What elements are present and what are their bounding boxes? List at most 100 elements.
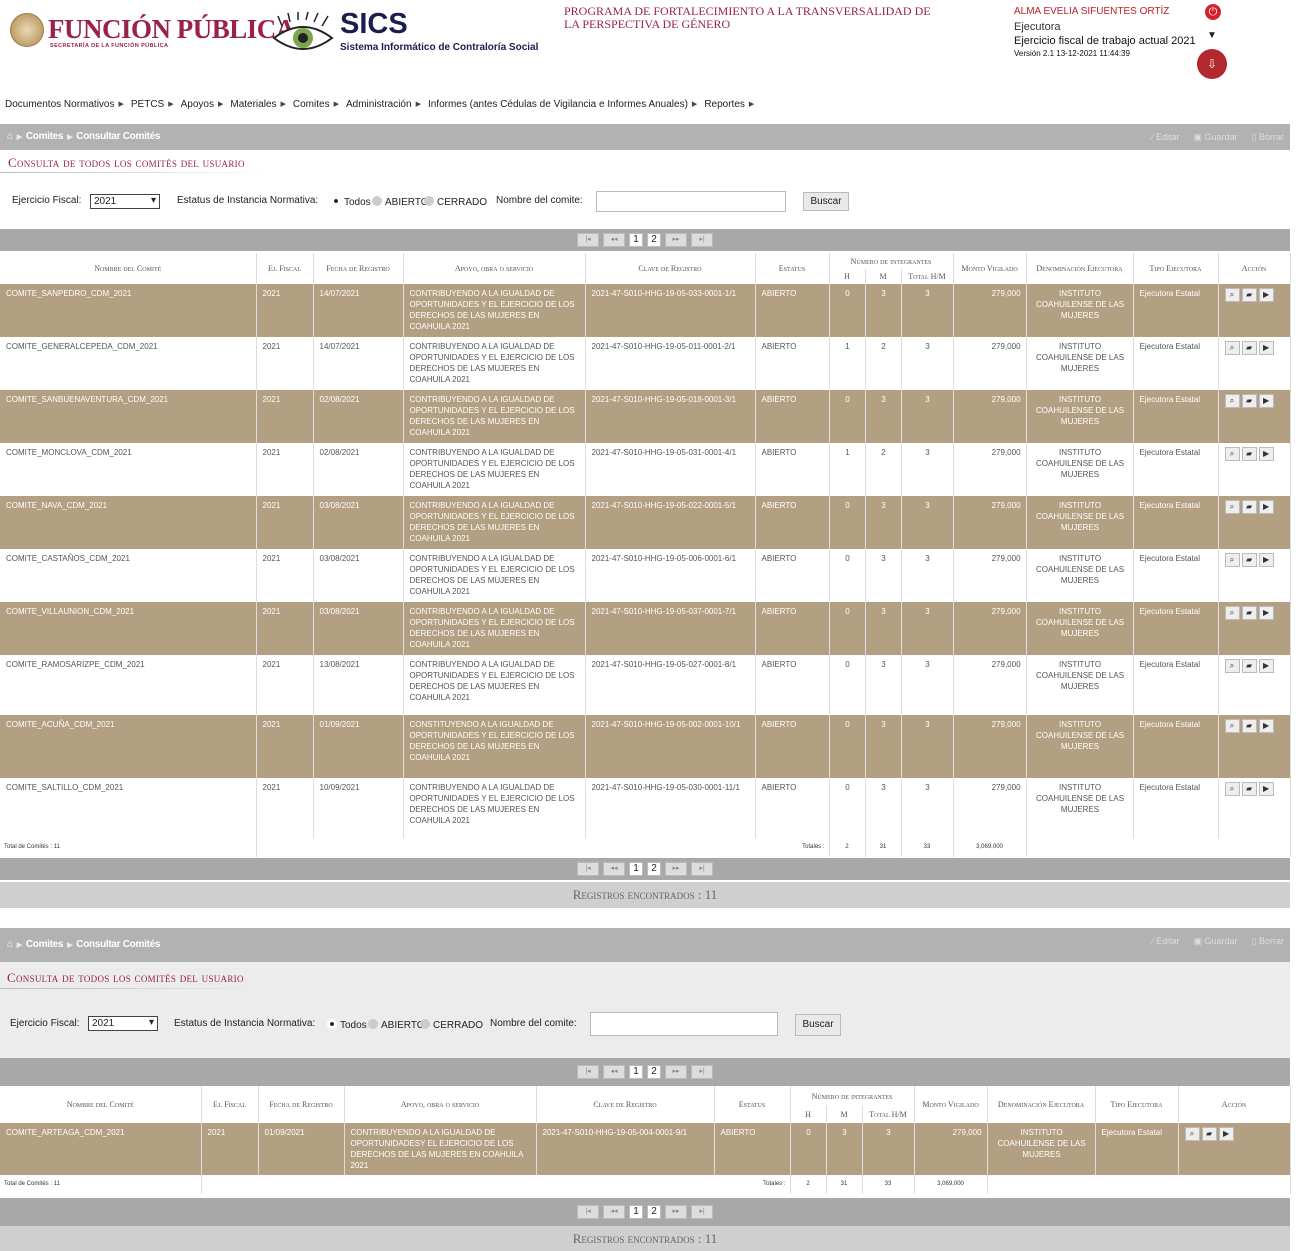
col-clave[interactable]: Clave de Registro [585, 253, 756, 284]
col-clave[interactable]: Clave de Registro [536, 1086, 715, 1123]
col-denominacion[interactable]: Denominación Ejecutora [987, 1086, 1096, 1123]
search-icon[interactable]: ⌕ [1224, 659, 1240, 673]
chevron-down-icon[interactable]: ▼ [1207, 30, 1217, 41]
edit-button[interactable]: ⁄ Editar [1152, 132, 1180, 142]
home-icon[interactable]: ⌂ [7, 131, 13, 142]
search-icon[interactable]: ⌕ [1224, 553, 1240, 567]
ejercicio-select[interactable]: 2021 [90, 194, 160, 209]
menu-item-1[interactable]: PETCS [131, 99, 164, 110]
last-page-button[interactable]: ▸| [691, 1065, 713, 1079]
folder-icon[interactable]: ▰ [1241, 719, 1257, 733]
menu-item-0[interactable]: Documentos Normativos [5, 99, 114, 110]
play-icon[interactable]: ▶ [1258, 447, 1274, 461]
play-icon[interactable]: ▶ [1258, 606, 1274, 620]
prev-page-button[interactable]: ◂◂ [603, 233, 625, 247]
funcion-publica-logo[interactable]: FUNCIÓN PÚBLICA SECRETARÍA DE LA FUNCIÓN… [10, 12, 295, 52]
table-row[interactable]: COMITE_MONCLOVA_CDM_2021 2021 02/08/2021 CO… [0, 443, 1291, 496]
ejercicio-select[interactable]: 2021 [88, 1016, 158, 1031]
page-2-button[interactable]: 2 [647, 233, 661, 247]
save-button[interactable]: ▣ Guardar [1193, 936, 1237, 947]
next-page-button[interactable]: ▸▸ [665, 1205, 687, 1219]
search-icon[interactable]: ⌕ [1184, 1127, 1200, 1141]
play-icon[interactable]: ▶ [1218, 1127, 1234, 1141]
page-1-button[interactable]: 1 [629, 1205, 643, 1219]
page-2-button[interactable]: 2 [647, 1205, 661, 1219]
last-page-button[interactable]: ▸| [691, 233, 713, 247]
menu-item-2[interactable]: Apoyos [181, 99, 214, 110]
radio-cerrado[interactable]: CERRADO [420, 1019, 483, 1031]
radio-abierto[interactable]: ABIERTO [372, 196, 429, 208]
prev-page-button[interactable]: ◂◂ [603, 1205, 625, 1219]
buscar-button[interactable]: Buscar [803, 192, 849, 211]
table-row[interactable]: COMITE_ACUÑA_CDM_2021 2021 01/09/2021 CONST… [0, 715, 1291, 778]
manual-pdf-icon[interactable]: ⇩ [1197, 49, 1227, 79]
search-icon[interactable]: ⌕ [1224, 288, 1240, 302]
table-row[interactable]: COMITE_ARTEAGA_CDM_2021 2021 01/09/2021 CON… [0, 1123, 1291, 1175]
folder-icon[interactable]: ▰ [1241, 659, 1257, 673]
first-page-button[interactable]: |◂ [577, 1065, 599, 1079]
table-row[interactable]: COMITE_NAVA_CDM_2021 2021 03/08/2021 CONTRI… [0, 496, 1291, 549]
col-monto[interactable]: Monto Vigilado [914, 1086, 988, 1123]
play-icon[interactable]: ▶ [1258, 341, 1274, 355]
col-tipo[interactable]: Tipo Ejecutora [1095, 1086, 1179, 1123]
first-page-button[interactable]: |◂ [577, 233, 599, 247]
table-row[interactable]: COMITE_SANPEDRO_CDM_2021 2021 14/07/2021 CO… [0, 284, 1291, 337]
col-nombre[interactable]: Nombre del Comité [0, 253, 257, 284]
menu-item-7[interactable]: Reportes [704, 99, 745, 110]
folder-icon[interactable]: ▰ [1201, 1127, 1217, 1141]
table-row[interactable]: COMITE_RAMOSARIZPE_CDM_2021 2021 13/08/202… [0, 655, 1291, 715]
delete-button[interactable]: ▯ Borrar [1252, 132, 1284, 143]
search-icon[interactable]: ⌕ [1224, 394, 1240, 408]
col-ejfiscal[interactable]: Ej. Fiscal [201, 1086, 259, 1123]
folder-icon[interactable]: ▰ [1241, 447, 1257, 461]
table-row[interactable]: COMITE_VILLAUNION_CDM_2021 2021 03/08/2021… [0, 602, 1291, 655]
first-page-button[interactable]: |◂ [577, 862, 599, 876]
col-apoyo[interactable]: Apoyo, obra o servicio [403, 253, 586, 284]
col-apoyo[interactable]: Apoyo, obra o servicio [344, 1086, 537, 1123]
last-page-button[interactable]: ▸| [691, 862, 713, 876]
next-page-button[interactable]: ▸▸ [665, 862, 687, 876]
col-estatus[interactable]: Estatus [714, 1086, 791, 1123]
menu-item-3[interactable]: Materiales [230, 99, 276, 110]
next-page-button[interactable]: ▸▸ [665, 1065, 687, 1079]
prev-page-button[interactable]: ◂◂ [603, 1065, 625, 1079]
play-icon[interactable]: ▶ [1258, 782, 1274, 796]
col-denominacion[interactable]: Denominación Ejecutora [1026, 253, 1134, 284]
play-icon[interactable]: ▶ [1258, 553, 1274, 567]
folder-icon[interactable]: ▰ [1241, 606, 1257, 620]
col-fecha[interactable]: Fecha de Registro [313, 253, 404, 284]
page-1-button[interactable]: 1 [629, 233, 643, 247]
breadcrumb-consultar[interactable]: Consultar Comités [76, 131, 160, 142]
search-icon[interactable]: ⌕ [1224, 447, 1240, 461]
folder-icon[interactable]: ▰ [1241, 288, 1257, 302]
search-icon[interactable]: ⌕ [1224, 606, 1240, 620]
col-fecha[interactable]: Fecha de Registro [258, 1086, 345, 1123]
play-icon[interactable]: ▶ [1258, 394, 1274, 408]
radio-todos[interactable]: Todos [327, 1019, 367, 1031]
nombre-input[interactable] [596, 191, 786, 212]
table-row[interactable]: COMITE_CASTAÑOS_CDM_2021 2021 03/08/2021 CO… [0, 549, 1291, 602]
last-page-button[interactable]: ▸| [691, 1205, 713, 1219]
page-2-button[interactable]: 2 [647, 1065, 661, 1079]
menu-item-4[interactable]: Comites [293, 99, 330, 110]
breadcrumb-consultar[interactable]: Consultar Comités [76, 939, 160, 950]
delete-button[interactable]: ▯ Borrar [1252, 936, 1284, 947]
page-1-button[interactable]: 1 [629, 1065, 643, 1079]
radio-todos[interactable]: Todos [331, 196, 371, 208]
search-icon[interactable]: ⌕ [1224, 341, 1240, 355]
folder-icon[interactable]: ▰ [1241, 341, 1257, 355]
nombre-input[interactable] [590, 1012, 778, 1036]
breadcrumb-comites[interactable]: Comites [26, 131, 64, 142]
save-button[interactable]: ▣ Guardar [1193, 132, 1237, 143]
breadcrumb-comites[interactable]: Comites [26, 939, 64, 950]
folder-icon[interactable]: ▰ [1241, 782, 1257, 796]
next-page-button[interactable]: ▸▸ [665, 233, 687, 247]
table-row[interactable]: COMITE_SALTILLO_CDM_2021 2021 10/09/2021 CO… [0, 778, 1291, 838]
col-ejfiscal[interactable]: Ej. Fiscal [256, 253, 314, 284]
page-1-button[interactable]: 1 [629, 862, 643, 876]
search-icon[interactable]: ⌕ [1224, 500, 1240, 514]
folder-icon[interactable]: ▰ [1241, 394, 1257, 408]
menu-item-6[interactable]: Informes (antes Cédulas de Vigilancia e … [428, 99, 688, 110]
prev-page-button[interactable]: ◂◂ [603, 862, 625, 876]
play-icon[interactable]: ▶ [1258, 659, 1274, 673]
